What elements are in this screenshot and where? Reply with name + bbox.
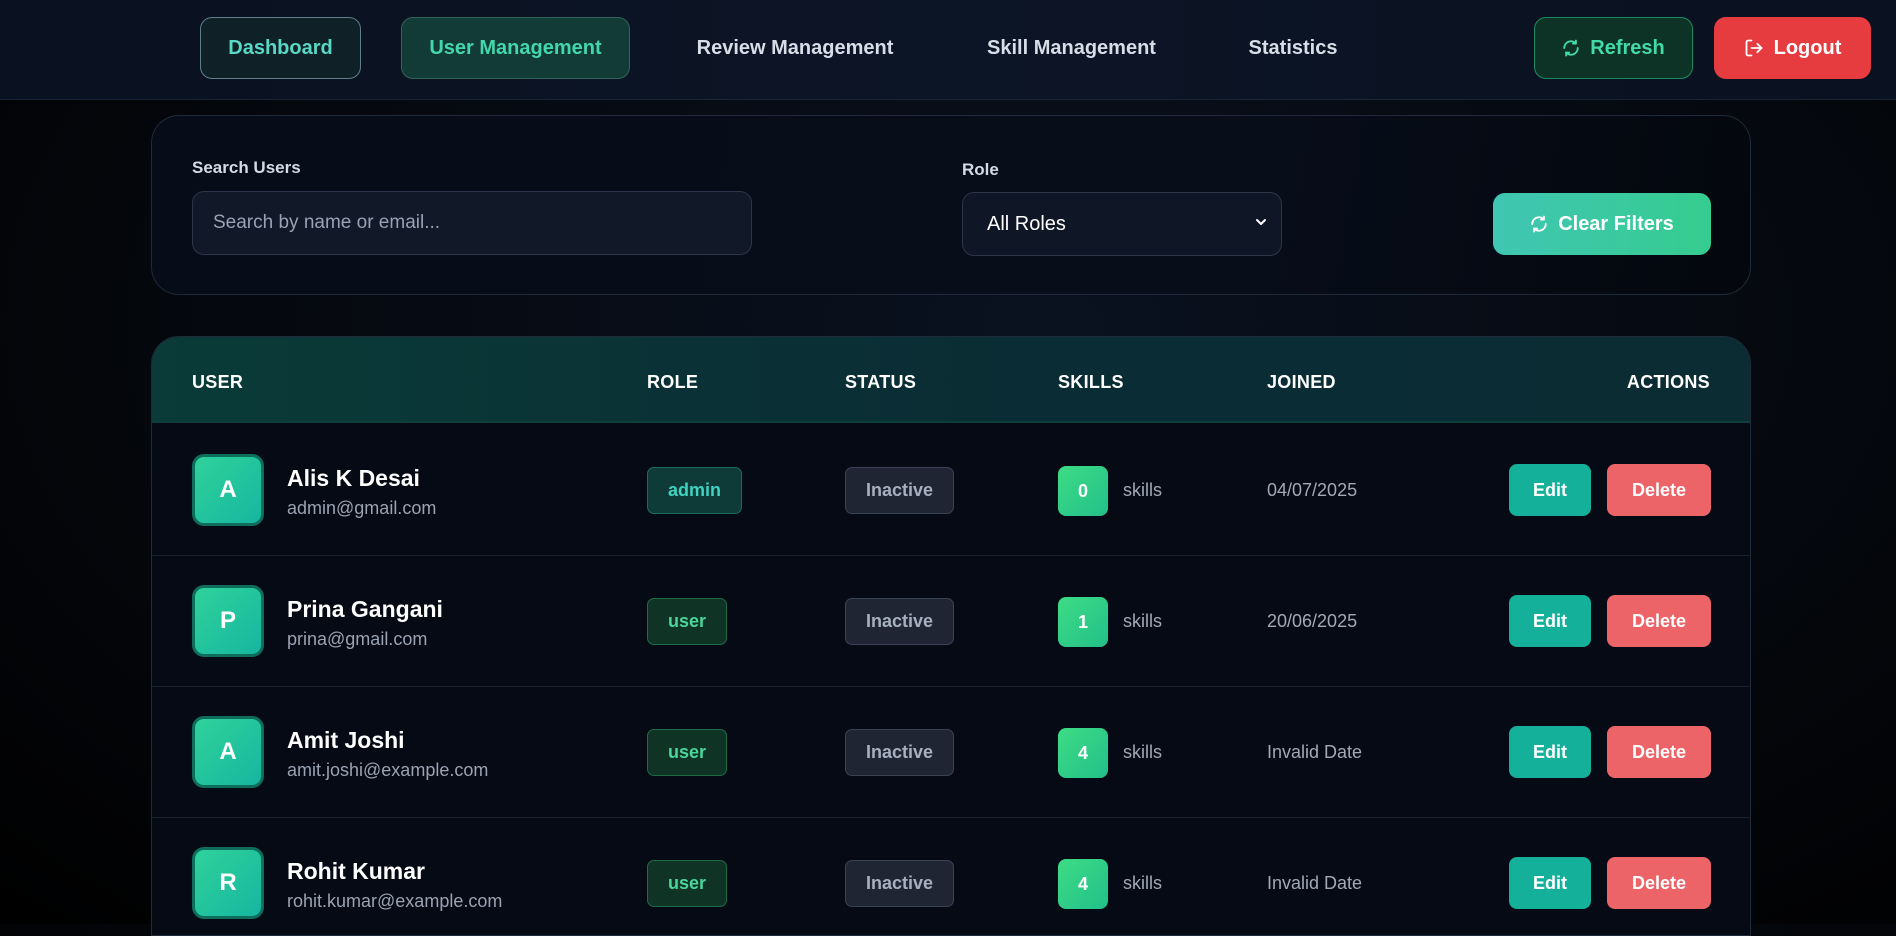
avatar: R [192,847,264,919]
chevron-down-icon [1253,213,1269,236]
table-row: P Prina Gangani prina@gmail.com user Ina… [152,556,1750,687]
user-email: admin@gmail.com [287,498,437,518]
header-skills: SKILLS [1058,372,1124,392]
skills-label: skills [1123,611,1162,631]
table-row: R Rohit Kumar rohit.kumar@example.com us… [152,818,1750,935]
delete-button[interactable]: Delete [1607,595,1711,647]
table-row: A Alis K Desai admin@gmail.com admin Ina… [152,425,1750,556]
status-badge: Inactive [845,467,955,514]
nav-review-management-button[interactable]: Review Management [680,17,910,79]
top-navbar: Dashboard User Management Review Managem… [0,0,1896,100]
nav-user-management-button[interactable]: User Management [401,17,630,79]
avatar: P [192,585,264,657]
logout-button-label: Logout [1773,36,1842,59]
refresh-button[interactable]: Refresh [1534,17,1693,79]
nav-statistics-button[interactable]: Statistics [1226,17,1360,79]
users-table: USER ROLE STATUS SKILLS JOINED ACTIONS A… [151,336,1751,936]
delete-button[interactable]: Delete [1607,464,1711,516]
edit-button[interactable]: Edit [1509,726,1591,778]
search-input[interactable] [192,191,752,255]
role-badge: user [647,729,728,776]
skill-count-badge: 0 [1058,466,1108,516]
role-select-value: All Roles [987,212,1066,235]
user-name: Prina Gangani [287,596,443,622]
joined-date: 20/06/2025 [1267,611,1358,631]
header-user: USER [192,372,244,392]
header-role: ROLE [647,372,699,392]
joined-date: Invalid Date [1267,742,1363,762]
user-name: Amit Joshi [287,727,405,753]
role-badge: user [647,860,728,907]
edit-button[interactable]: Edit [1509,857,1591,909]
skill-count-badge: 4 [1058,859,1108,909]
clear-filters-button[interactable]: Clear Filters [1493,193,1711,255]
status-badge: Inactive [845,598,955,645]
role-badge: admin [647,467,743,514]
delete-button[interactable]: Delete [1607,726,1711,778]
skill-count-badge: 1 [1058,597,1108,647]
logout-button[interactable]: Logout [1714,17,1871,79]
skills-label: skills [1123,480,1162,500]
user-email: prina@gmail.com [287,629,428,649]
role-badge: user [647,598,728,645]
clear-filters-label: Clear Filters [1558,212,1674,235]
refresh-button-label: Refresh [1590,36,1665,59]
logout-icon [1744,38,1764,58]
edit-button[interactable]: Edit [1509,464,1591,516]
search-label: Search Users [192,158,301,177]
status-badge: Inactive [845,860,955,907]
user-email: rohit.kumar@example.com [287,891,503,911]
refresh-icon [1530,215,1548,233]
delete-button[interactable]: Delete [1607,857,1711,909]
filters-panel: Search Users Role All Roles Clear Filter… [151,115,1751,295]
refresh-icon [1562,39,1580,57]
nav-skill-management-button[interactable]: Skill Management [969,17,1174,79]
role-label: Role [962,160,999,179]
header-joined: JOINED [1267,372,1336,392]
user-name: Alis K Desai [287,465,420,491]
header-actions: ACTIONS [1626,372,1710,392]
table-header: USER ROLE STATUS SKILLS JOINED ACTIONS [152,337,1750,423]
joined-date: 04/07/2025 [1267,480,1358,500]
header-status: STATUS [845,372,917,392]
skill-count-badge: 4 [1058,728,1108,778]
user-name: Rohit Kumar [287,858,425,884]
table-row: A Amit Joshi amit.joshi@example.com user… [152,687,1750,818]
joined-date: Invalid Date [1267,873,1363,893]
status-badge: Inactive [845,729,955,776]
skills-label: skills [1123,742,1162,762]
avatar: A [192,454,264,526]
nav-dashboard-button[interactable]: Dashboard [200,17,361,79]
skills-label: skills [1123,873,1162,893]
user-email: amit.joshi@example.com [287,760,489,780]
avatar: A [192,716,264,788]
role-select[interactable]: All Roles [962,192,1282,256]
edit-button[interactable]: Edit [1509,595,1591,647]
